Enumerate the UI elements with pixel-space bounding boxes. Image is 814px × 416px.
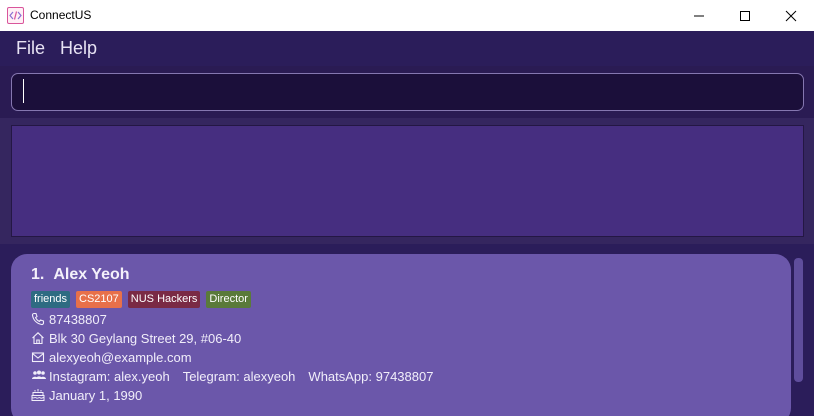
address-field: Blk 30 Geylang Street 29, #06-40 bbox=[31, 329, 241, 347]
command-box-area bbox=[0, 66, 814, 118]
phone-field: 87438807 bbox=[31, 310, 107, 328]
text-caret bbox=[23, 79, 24, 103]
close-button[interactable] bbox=[768, 0, 814, 31]
cake-icon bbox=[31, 387, 47, 403]
menu-file[interactable]: File bbox=[16, 38, 45, 59]
birthday-value: January 1, 1990 bbox=[49, 387, 143, 403]
email-value: alexyeoh@example.com bbox=[49, 349, 192, 365]
birthday-field: January 1, 1990 bbox=[31, 386, 142, 404]
person-index: 1. bbox=[31, 266, 45, 283]
tag-cs2107: CS2107 bbox=[76, 291, 122, 308]
menu-help[interactable]: Help bbox=[60, 38, 97, 59]
result-display bbox=[11, 125, 804, 237]
whatsapp-value: WhatsApp: 97438807 bbox=[308, 368, 434, 384]
telegram-value: Telegram: alexyeoh bbox=[182, 368, 296, 384]
maximize-button[interactable] bbox=[722, 0, 768, 31]
minimize-button[interactable] bbox=[676, 0, 722, 31]
result-display-area bbox=[0, 118, 814, 244]
person-list: 1. Alex Yeoh friends CS2107 NUS Hackers D… bbox=[0, 244, 814, 416]
phone-value: 87438807 bbox=[49, 311, 107, 327]
address-value: Blk 30 Geylang Street 29, #06-40 bbox=[49, 330, 242, 346]
people-group-icon bbox=[31, 368, 47, 384]
person-name-row: 1. Alex Yeoh bbox=[31, 266, 130, 284]
menu-bar: File Help bbox=[0, 31, 814, 66]
code-brackets-icon bbox=[7, 7, 24, 24]
window-title: ConnectUS bbox=[30, 8, 92, 22]
mail-icon bbox=[31, 349, 47, 365]
person-list-scrollbar[interactable] bbox=[794, 258, 803, 382]
tag-director: Director bbox=[206, 291, 251, 308]
social-field: Instagram: alex.yeoh Telegram: alexyeoh … bbox=[31, 367, 433, 385]
title-bar: ConnectUS bbox=[0, 0, 814, 31]
home-icon bbox=[31, 330, 47, 346]
tag-nus-hackers: NUS Hackers bbox=[127, 291, 201, 308]
email-field: alexyeoh@example.com bbox=[31, 348, 192, 366]
person-name: Alex Yeoh bbox=[53, 266, 130, 283]
command-input[interactable] bbox=[11, 73, 804, 111]
instagram-value: Instagram: alex.yeoh bbox=[49, 368, 170, 384]
phone-icon bbox=[31, 311, 47, 327]
tag-friends: friends bbox=[31, 291, 71, 308]
tag-list: friends CS2107 NUS Hackers Director bbox=[31, 291, 251, 308]
person-card[interactable]: 1. Alex Yeoh friends CS2107 NUS Hackers D… bbox=[11, 254, 791, 416]
